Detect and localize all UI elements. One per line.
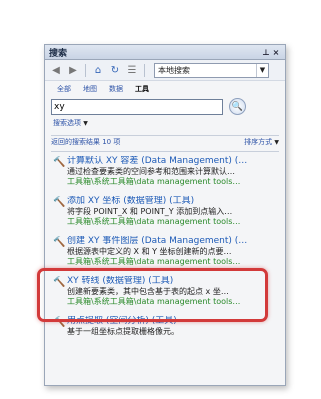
hammer-icon: 🔨 — [53, 197, 66, 208]
result-description: 基于一组坐标点提取栅格像元。 — [67, 327, 179, 336]
results-header: 返回的搜索结果 10 项 排序方式 ▼ — [45, 136, 285, 149]
result-item[interactable]: 🔨 计算默认 XY 容差 (Data Management) (… 通过检查要素… — [45, 156, 285, 196]
panel-titlebar: 搜索 ⊥ × — [45, 45, 285, 60]
search-scope-dropdown[interactable]: 本地搜索 ▼ — [154, 62, 269, 78]
result-title[interactable]: 添加 XY 坐标 (数据管理) (工具) — [67, 196, 279, 207]
search-options-link[interactable]: 搜索选项 ▼ — [45, 115, 285, 130]
chevron-down-icon: ▼ — [274, 139, 279, 146]
panel-title: 搜索 — [49, 48, 68, 59]
chevron-down-icon[interactable]: ▼ — [256, 63, 268, 77]
home-icon[interactable]: ⌂ — [91, 63, 105, 77]
search-toolbar: ◀ ▶ ⌂ ↻ ☰ 本地搜索 ▼ — [45, 60, 285, 81]
result-title[interactable]: 创建 XY 事件图层 (Data Management) (… — [67, 236, 279, 247]
result-description: 将字段 POINT_X 和 POINT_Y 添加到点输入… — [67, 207, 233, 216]
tab-data[interactable]: 数据 — [109, 84, 123, 96]
results-list: 🔨 计算默认 XY 容差 (Data Management) (… 通过检查要素… — [45, 152, 285, 356]
result-item[interactable]: 🔨 用点提取 (空间分析) (工具) 基于一组坐标点提取栅格像元。 — [45, 316, 285, 356]
refresh-icon[interactable]: ↻ — [108, 63, 122, 77]
tab-maps[interactable]: 地图 — [83, 84, 97, 96]
hammer-icon: 🔨 — [53, 157, 66, 168]
search-panel: 搜索 ⊥ × ◀ ▶ ⌂ ↻ ☰ 本地搜索 ▼ 全部 地图 数据 工具 xy 🔍… — [44, 44, 286, 386]
result-description: 根据源表中定义的 X 和 Y 坐标创建新的点要… — [67, 247, 232, 256]
result-path: 工具箱\系统工具箱\data management tools… — [67, 177, 241, 186]
close-icon[interactable]: × — [271, 48, 281, 57]
search-category-tabs: 全部 地图 数据 工具 — [45, 81, 285, 96]
search-options-label: 搜索选项 — [53, 119, 81, 127]
toolbar-separator — [144, 63, 145, 77]
result-description: 通过检查要素类的空间参考和范围来计算默认… — [67, 167, 235, 176]
hammer-icon: 🔨 — [53, 317, 66, 328]
result-item[interactable]: 🔨 添加 XY 坐标 (数据管理) (工具) 将字段 POINT_X 和 POI… — [45, 196, 285, 236]
sort-by-link[interactable]: 排序方式 ▼ — [244, 137, 279, 149]
highlight-box — [37, 268, 268, 322]
result-title[interactable]: 计算默认 XY 容差 (Data Management) (… — [67, 156, 279, 167]
toolbar-separator — [85, 63, 86, 77]
search-button[interactable]: 🔍 — [229, 98, 246, 115]
result-path: 工具箱\系统工具箱\data management tools… — [67, 217, 241, 226]
pin-icon[interactable]: ⊥ — [261, 48, 271, 57]
view-options-icon[interactable]: ☰ — [125, 63, 139, 77]
sort-label: 排序方式 — [244, 138, 273, 146]
search-icon: 🔍 — [231, 101, 244, 112]
results-summary[interactable]: 返回的搜索结果 10 项 — [51, 137, 120, 149]
tab-all[interactable]: 全部 — [57, 84, 71, 96]
search-scope-value: 本地搜索 — [158, 65, 190, 75]
chevron-down-icon: ▼ — [83, 120, 88, 127]
search-input[interactable]: xy — [51, 98, 223, 115]
back-icon[interactable]: ◀ — [49, 63, 63, 77]
forward-icon[interactable]: ▶ — [66, 63, 80, 77]
result-path: 工具箱\系统工具箱\data management tools… — [67, 257, 241, 266]
search-row: xy 🔍 — [45, 96, 285, 115]
tab-tools[interactable]: 工具 — [135, 84, 149, 96]
